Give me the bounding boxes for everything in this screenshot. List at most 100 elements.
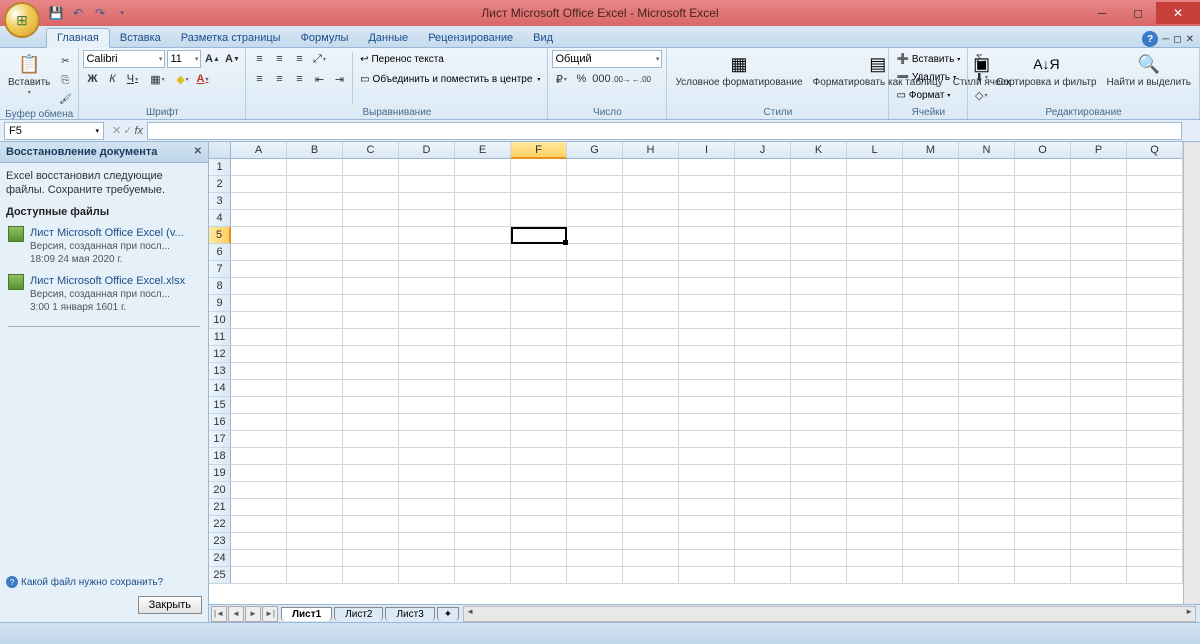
- cell[interactable]: [455, 363, 511, 380]
- cell[interactable]: [287, 516, 343, 533]
- cell[interactable]: [511, 329, 567, 346]
- cell[interactable]: [399, 397, 455, 414]
- cell[interactable]: [903, 278, 959, 295]
- cell[interactable]: [231, 431, 287, 448]
- cell[interactable]: [847, 533, 903, 550]
- column-header[interactable]: M: [903, 142, 959, 159]
- cell[interactable]: [287, 380, 343, 397]
- cell[interactable]: [343, 380, 399, 397]
- cell[interactable]: [287, 363, 343, 380]
- column-header[interactable]: H: [623, 142, 679, 159]
- cell[interactable]: [679, 465, 735, 482]
- cell[interactable]: [1071, 176, 1127, 193]
- cell[interactable]: [455, 567, 511, 584]
- cell[interactable]: [343, 567, 399, 584]
- cell[interactable]: [455, 550, 511, 567]
- sheet-tab[interactable]: Лист2: [334, 607, 383, 621]
- borders-button[interactable]: ▦: [148, 70, 166, 88]
- find-select-button[interactable]: 🔍 Найти и выделить: [1103, 50, 1195, 90]
- column-header[interactable]: F: [511, 142, 567, 159]
- cell[interactable]: [1071, 397, 1127, 414]
- cell[interactable]: [847, 414, 903, 431]
- cell[interactable]: [735, 244, 791, 261]
- cell[interactable]: [1015, 210, 1071, 227]
- cell[interactable]: [735, 448, 791, 465]
- cell[interactable]: [623, 227, 679, 244]
- cell[interactable]: [1015, 414, 1071, 431]
- cell[interactable]: [735, 567, 791, 584]
- cell[interactable]: [847, 159, 903, 176]
- fill-color-button[interactable]: ◆: [173, 70, 191, 88]
- cell[interactable]: [847, 295, 903, 312]
- tab-data[interactable]: Данные: [358, 29, 418, 47]
- cell[interactable]: [679, 261, 735, 278]
- cell[interactable]: [1071, 567, 1127, 584]
- cell[interactable]: [455, 278, 511, 295]
- cell[interactable]: [1015, 448, 1071, 465]
- cell[interactable]: [959, 465, 1015, 482]
- decrease-indent-button[interactable]: ⇤: [310, 70, 328, 88]
- align-left-button[interactable]: ≡: [250, 70, 268, 88]
- cell[interactable]: [1015, 227, 1071, 244]
- cell[interactable]: [287, 499, 343, 516]
- cell[interactable]: [791, 210, 847, 227]
- cell[interactable]: [623, 210, 679, 227]
- cell[interactable]: [567, 227, 623, 244]
- grow-font-button[interactable]: A▲: [203, 50, 221, 68]
- cell[interactable]: [791, 516, 847, 533]
- cell[interactable]: [1071, 278, 1127, 295]
- cell[interactable]: [567, 499, 623, 516]
- cell[interactable]: [455, 210, 511, 227]
- cell[interactable]: [623, 329, 679, 346]
- cell[interactable]: [567, 363, 623, 380]
- cell[interactable]: [735, 210, 791, 227]
- cell[interactable]: [1015, 312, 1071, 329]
- cell[interactable]: [1127, 346, 1183, 363]
- cell[interactable]: [231, 295, 287, 312]
- cell[interactable]: [791, 227, 847, 244]
- cell[interactable]: [287, 533, 343, 550]
- cell[interactable]: [455, 499, 511, 516]
- cell[interactable]: [847, 363, 903, 380]
- cell[interactable]: [231, 176, 287, 193]
- cell[interactable]: [735, 482, 791, 499]
- cell[interactable]: [623, 533, 679, 550]
- cell[interactable]: [511, 227, 567, 244]
- cell[interactable]: [399, 227, 455, 244]
- cell[interactable]: [791, 550, 847, 567]
- cell[interactable]: [847, 193, 903, 210]
- cell[interactable]: [287, 244, 343, 261]
- cell[interactable]: [791, 431, 847, 448]
- column-header[interactable]: O: [1015, 142, 1071, 159]
- cell[interactable]: [791, 295, 847, 312]
- cell[interactable]: [791, 397, 847, 414]
- cell[interactable]: [847, 448, 903, 465]
- row-header[interactable]: 6: [209, 244, 231, 261]
- recovery-help-link[interactable]: ?Какой файл нужно сохранить?: [6, 576, 163, 588]
- new-sheet-button[interactable]: ✦: [437, 607, 459, 621]
- cell[interactable]: [1015, 431, 1071, 448]
- cell[interactable]: [567, 346, 623, 363]
- cell[interactable]: [1127, 278, 1183, 295]
- accounting-format-button[interactable]: ₽: [552, 70, 570, 88]
- cell[interactable]: [1127, 516, 1183, 533]
- align-middle-button[interactable]: ≡: [270, 50, 288, 68]
- cell[interactable]: [1127, 227, 1183, 244]
- merge-center-button[interactable]: ▭Объединить и поместить в центре▾: [357, 70, 543, 88]
- cell[interactable]: [567, 176, 623, 193]
- cell[interactable]: [1015, 550, 1071, 567]
- cell[interactable]: [959, 516, 1015, 533]
- cell[interactable]: [287, 159, 343, 176]
- maximize-button[interactable]: ◻: [1120, 2, 1156, 24]
- cell[interactable]: [1071, 431, 1127, 448]
- format-painter-button[interactable]: [56, 90, 74, 108]
- cell[interactable]: [287, 227, 343, 244]
- cell[interactable]: [343, 397, 399, 414]
- cell[interactable]: [343, 278, 399, 295]
- cell[interactable]: [1127, 193, 1183, 210]
- cell[interactable]: [287, 312, 343, 329]
- cell[interactable]: [231, 465, 287, 482]
- column-header[interactable]: C: [343, 142, 399, 159]
- cell[interactable]: [1127, 567, 1183, 584]
- cell[interactable]: [959, 567, 1015, 584]
